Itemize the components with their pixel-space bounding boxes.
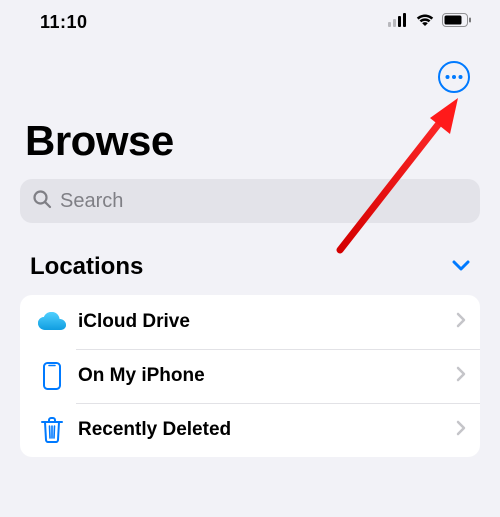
list-item-recently-deleted[interactable]: Recently Deleted	[20, 403, 480, 457]
list-item-on-my-iphone[interactable]: On My iPhone	[20, 349, 480, 403]
trash-icon	[32, 417, 72, 443]
chevron-right-icon	[456, 312, 466, 333]
locations-list: iCloud Drive On My iPhone	[20, 295, 480, 457]
search-input[interactable]: Search	[20, 179, 480, 223]
page-title: Browse	[0, 93, 500, 179]
ellipsis-icon	[445, 75, 463, 79]
status-bar: 11:10	[0, 0, 500, 41]
search-placeholder: Search	[60, 190, 123, 213]
search-icon	[32, 189, 52, 214]
list-item-label: On My iPhone	[72, 365, 456, 387]
list-item-label: iCloud Drive	[72, 311, 456, 333]
section-title: Locations	[30, 253, 143, 281]
status-indicators	[388, 13, 472, 32]
cloud-icon	[32, 312, 72, 332]
more-options-button[interactable]	[438, 61, 470, 93]
chevron-right-icon	[456, 420, 466, 441]
status-time: 11:10	[40, 12, 88, 33]
battery-icon	[442, 13, 472, 32]
chevron-down-icon	[452, 258, 470, 276]
chevron-right-icon	[456, 366, 466, 387]
locations-section-header[interactable]: Locations	[0, 223, 500, 291]
cellular-icon	[388, 13, 408, 32]
list-item-icloud-drive[interactable]: iCloud Drive	[20, 295, 480, 349]
wifi-icon	[415, 13, 435, 32]
iphone-icon	[32, 362, 72, 390]
list-item-label: Recently Deleted	[72, 419, 456, 441]
